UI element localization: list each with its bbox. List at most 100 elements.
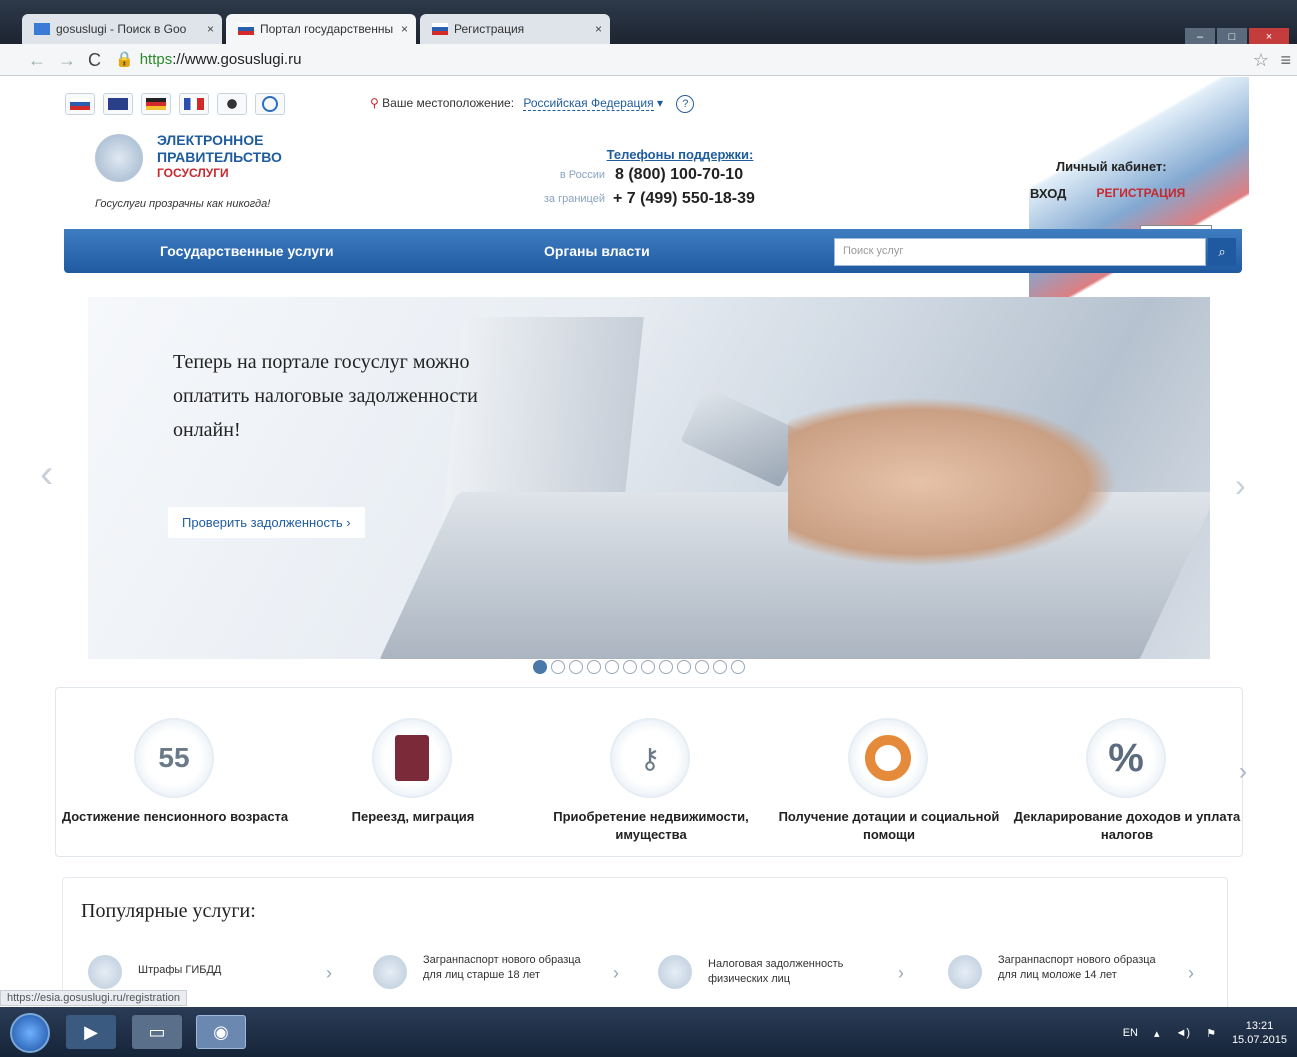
logo-line-3: ГОСУСЛУГИ [157, 166, 229, 180]
register-button[interactable]: РЕГИСТРАЦИЯ [1096, 186, 1185, 201]
check-debt-button[interactable]: Проверить задолженность › [168, 507, 365, 538]
banner-next-icon[interactable]: › [1235, 467, 1246, 504]
lock-icon: 🔒 [115, 51, 134, 68]
back-icon[interactable]: ← [28, 50, 46, 71]
close-tab-icon[interactable]: × [595, 22, 602, 36]
nav-authorities-link[interactable]: Органы власти [544, 243, 650, 259]
tab-search[interactable]: gosuslugi - Поиск в Goo × [22, 14, 222, 44]
passport-icon [372, 718, 452, 798]
close-tab-icon[interactable]: × [401, 22, 408, 36]
compass-button[interactable] [255, 93, 285, 115]
star-icon[interactable]: ☆ [1253, 50, 1269, 71]
category-migration[interactable]: Переезд, миграция [294, 688, 532, 858]
help-icon[interactable]: ? [676, 95, 695, 113]
ru-flag-icon [70, 98, 90, 110]
lifebuoy-icon [848, 718, 928, 798]
keys-icon: ⚷ [610, 718, 690, 798]
category-social-aid[interactable]: Получение дотации и социальной помощи [770, 688, 1008, 858]
taskbar: ▶ ▭ ◉ EN ▴ ◄) ⚑ 13:21 15.07.2015 [0, 1007, 1297, 1057]
pagination-dot[interactable] [677, 660, 691, 674]
eye-icon [222, 98, 242, 110]
promo-banner: Теперь на портале госуслуг можно оплатит… [88, 297, 1210, 659]
ru-flag-favicon-icon [238, 23, 254, 35]
category-pension[interactable]: 55 Достижение пенсионного возраста [56, 688, 294, 858]
tray-arrow-icon[interactable]: ▴ [1154, 1027, 1160, 1040]
categories-next-icon[interactable]: › [1239, 758, 1247, 786]
close-tab-icon[interactable]: × [207, 22, 214, 36]
passport-small-icon [373, 955, 407, 989]
location-value-link[interactable]: Российская Федерация [523, 96, 654, 111]
clock[interactable]: 13:21 15.07.2015 [1232, 1019, 1287, 1047]
tab-registration[interactable]: Регистрация × [420, 14, 610, 44]
life-situations: 55 Достижение пенсионного возраста Перее… [55, 687, 1247, 858]
support-row: за границей + 7 (499) 550-18-39 [535, 190, 795, 210]
category-label: Приобретение недвижимости, имущества [553, 809, 749, 842]
start-button[interactable] [10, 1013, 50, 1053]
login-button[interactable]: ВХОД [1030, 186, 1066, 201]
pagination-dot[interactable] [659, 660, 673, 674]
volume-icon[interactable]: ◄) [1176, 1027, 1191, 1039]
popular-item[interactable]: Загранпаспорт нового образца для лиц мол… [948, 953, 1208, 1003]
url-scheme: https [139, 51, 173, 68]
category-taxes[interactable]: % Декларирование доходов и уплата налого… [1008, 688, 1246, 858]
lang-de-button[interactable] [141, 93, 171, 115]
category-label: Переезд, миграция [351, 809, 475, 824]
menu-icon[interactable]: ≡ [1280, 50, 1291, 71]
media-player-icon[interactable]: ▶ [66, 1015, 116, 1049]
pagination-dot[interactable] [731, 660, 745, 674]
tab-gosuslugi[interactable]: Портал государственны × [226, 14, 416, 44]
pagination-dot[interactable] [623, 660, 637, 674]
status-url: https://esia.gosuslugi.ru/registration [0, 990, 188, 1006]
pagination-dot[interactable] [569, 660, 583, 674]
tab-label: gosuslugi - Поиск в Goo [56, 22, 187, 36]
nav-services-link[interactable]: Государственные услуги [160, 243, 334, 259]
ru-flag-favicon-icon [432, 23, 448, 35]
pagination-dot[interactable] [551, 660, 565, 674]
banner-prev-icon[interactable]: ‹ [40, 452, 53, 497]
banner-pagination [533, 660, 745, 674]
address-bar: ← → C 🔒 https://www.gosuslugi.ru ☆ ≡ [0, 44, 1297, 76]
support-title-link[interactable]: Телефоны поддержки: [565, 147, 795, 162]
chevron-right-icon: › [613, 963, 619, 983]
chrome-icon[interactable]: ◉ [196, 1015, 246, 1049]
pagination-dot[interactable] [641, 660, 655, 674]
location-label: Ваше местоположение: [382, 96, 515, 110]
chevron-down-icon[interactable]: ▾ [657, 96, 663, 110]
pagination-dot[interactable] [587, 660, 601, 674]
support-phones: Телефоны поддержки: в России 8 (800) 100… [535, 147, 795, 210]
hand-image [788, 397, 1118, 567]
tax-icon [658, 955, 692, 989]
pagination-dot[interactable] [605, 660, 619, 674]
language-indicator[interactable]: EN [1123, 1027, 1138, 1039]
browser-titlebar: gosuslugi - Поиск в Goo × Портал государ… [0, 0, 1297, 46]
popular-item[interactable]: Загранпаспорт нового образца для лиц ста… [373, 953, 633, 1003]
forward-icon[interactable]: → [58, 50, 76, 71]
search-icon[interactable]: ⌕ [1208, 238, 1236, 266]
search-input[interactable]: Поиск услуг [834, 238, 1206, 266]
logo-line-1: ЭЛЕКТРОННОЕ [157, 132, 264, 148]
accessibility-button[interactable] [217, 93, 247, 115]
lang-fr-button[interactable] [179, 93, 209, 115]
reload-icon[interactable]: C [88, 50, 101, 71]
slogan: Госуслуги прозрачны как никогда! [95, 198, 271, 210]
pagination-dot[interactable] [533, 660, 547, 674]
emblem-icon [95, 134, 143, 182]
location-selector: ⚲ Ваше местоположение: Российская Федера… [370, 95, 695, 113]
lang-ru-button[interactable] [65, 93, 95, 115]
credit-card-image [680, 386, 806, 488]
category-label: Достижение пенсионного возраста [61, 809, 289, 824]
flag-icon[interactable]: ⚑ [1206, 1027, 1216, 1040]
popular-item[interactable]: Налоговая задолженность физических лиц › [658, 953, 918, 1003]
chevron-right-icon: › [346, 515, 351, 530]
pagination-dot[interactable] [695, 660, 709, 674]
chevron-right-icon: › [1188, 963, 1194, 983]
category-label: Получение дотации и социальной помощи [778, 809, 1000, 842]
pagination-dot[interactable] [713, 660, 727, 674]
lang-en-button[interactable] [103, 93, 133, 115]
support-row: в России 8 (800) 100-70-10 [535, 166, 795, 186]
passport-child-icon [948, 955, 982, 989]
uk-flag-icon [108, 98, 128, 110]
category-property[interactable]: ⚷ Приобретение недвижимости, имущества [532, 688, 770, 858]
url-field[interactable]: 🔒 https://www.gosuslugi.ru [115, 48, 1255, 72]
folder-icon[interactable]: ▭ [132, 1015, 182, 1049]
